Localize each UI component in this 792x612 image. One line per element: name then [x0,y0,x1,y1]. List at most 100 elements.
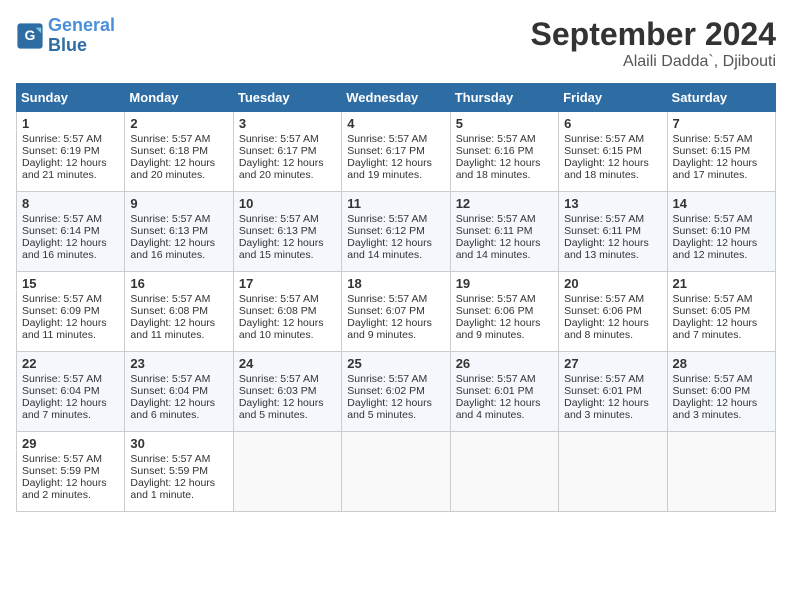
sunrise-label: Sunrise: 5:57 AM [673,213,753,225]
svg-text:G: G [25,27,36,43]
calendar-cell: 18 Sunrise: 5:57 AM Sunset: 6:07 PM Dayl… [342,272,450,352]
sunset-label: Sunset: 6:19 PM [22,145,100,157]
daylight-label: Daylight: 12 hours and 7 minutes. [673,317,758,341]
sunset-label: Sunset: 6:01 PM [456,385,534,397]
column-header-thursday: Thursday [450,84,558,112]
day-number: 17 [239,276,336,291]
daylight-label: Daylight: 12 hours and 7 minutes. [22,397,107,421]
sunrise-label: Sunrise: 5:57 AM [22,293,102,305]
sunset-label: Sunset: 6:02 PM [347,385,425,397]
sunrise-label: Sunrise: 5:57 AM [347,133,427,145]
day-number: 26 [456,356,553,371]
column-header-saturday: Saturday [667,84,775,112]
sunrise-label: Sunrise: 5:57 AM [347,213,427,225]
daylight-label: Daylight: 12 hours and 5 minutes. [347,397,432,421]
calendar-cell: 7 Sunrise: 5:57 AM Sunset: 6:15 PM Dayli… [667,112,775,192]
calendar-cell: 10 Sunrise: 5:57 AM Sunset: 6:13 PM Dayl… [233,192,341,272]
sunset-label: Sunset: 6:17 PM [239,145,317,157]
sunset-label: Sunset: 6:15 PM [564,145,642,157]
calendar-cell: 21 Sunrise: 5:57 AM Sunset: 6:05 PM Dayl… [667,272,775,352]
sunrise-label: Sunrise: 5:57 AM [239,213,319,225]
sunset-label: Sunset: 6:03 PM [239,385,317,397]
sunset-label: Sunset: 6:04 PM [22,385,100,397]
day-number: 13 [564,196,661,211]
sunset-label: Sunset: 6:04 PM [130,385,208,397]
sunset-label: Sunset: 6:08 PM [239,305,317,317]
sunset-label: Sunset: 6:01 PM [564,385,642,397]
daylight-label: Daylight: 12 hours and 1 minute. [130,477,215,501]
calendar-cell: 3 Sunrise: 5:57 AM Sunset: 6:17 PM Dayli… [233,112,341,192]
calendar-cell: 4 Sunrise: 5:57 AM Sunset: 6:17 PM Dayli… [342,112,450,192]
calendar-cell [233,432,341,512]
sunrise-label: Sunrise: 5:57 AM [239,373,319,385]
day-number: 9 [130,196,227,211]
sunrise-label: Sunrise: 5:57 AM [564,373,644,385]
calendar-week-row: 8 Sunrise: 5:57 AM Sunset: 6:14 PM Dayli… [17,192,776,272]
day-number: 3 [239,116,336,131]
sunset-label: Sunset: 6:06 PM [456,305,534,317]
day-number: 15 [22,276,119,291]
day-number: 27 [564,356,661,371]
sunrise-label: Sunrise: 5:57 AM [130,453,210,465]
sunset-label: Sunset: 6:06 PM [564,305,642,317]
calendar-cell [559,432,667,512]
sunset-label: Sunset: 6:05 PM [673,305,751,317]
calendar-week-row: 15 Sunrise: 5:57 AM Sunset: 6:09 PM Dayl… [17,272,776,352]
calendar-cell: 28 Sunrise: 5:57 AM Sunset: 6:00 PM Dayl… [667,352,775,432]
calendar-subtitle: Alaili Dadda`, Djibouti [531,53,776,71]
sunrise-label: Sunrise: 5:57 AM [564,293,644,305]
sunrise-label: Sunrise: 5:57 AM [22,453,102,465]
daylight-label: Daylight: 12 hours and 18 minutes. [456,157,541,181]
daylight-label: Daylight: 12 hours and 20 minutes. [239,157,324,181]
calendar-cell: 19 Sunrise: 5:57 AM Sunset: 6:06 PM Dayl… [450,272,558,352]
daylight-label: Daylight: 12 hours and 2 minutes. [22,477,107,501]
daylight-label: Daylight: 12 hours and 21 minutes. [22,157,107,181]
calendar-cell: 16 Sunrise: 5:57 AM Sunset: 6:08 PM Dayl… [125,272,233,352]
calendar-cell: 6 Sunrise: 5:57 AM Sunset: 6:15 PM Dayli… [559,112,667,192]
sunrise-label: Sunrise: 5:57 AM [347,293,427,305]
sunrise-label: Sunrise: 5:57 AM [130,373,210,385]
calendar-cell: 20 Sunrise: 5:57 AM Sunset: 6:06 PM Dayl… [559,272,667,352]
sunrise-label: Sunrise: 5:57 AM [456,133,536,145]
logo-text: General Blue [48,16,115,56]
day-number: 10 [239,196,336,211]
column-header-sunday: Sunday [17,84,125,112]
day-number: 2 [130,116,227,131]
daylight-label: Daylight: 12 hours and 3 minutes. [673,397,758,421]
sunset-label: Sunset: 6:16 PM [456,145,534,157]
sunrise-label: Sunrise: 5:57 AM [22,133,102,145]
daylight-label: Daylight: 12 hours and 12 minutes. [673,237,758,261]
daylight-label: Daylight: 12 hours and 13 minutes. [564,237,649,261]
day-number: 21 [673,276,770,291]
daylight-label: Daylight: 12 hours and 8 minutes. [564,317,649,341]
sunset-label: Sunset: 6:10 PM [673,225,751,237]
sunset-label: Sunset: 6:18 PM [130,145,208,157]
column-header-wednesday: Wednesday [342,84,450,112]
sunrise-label: Sunrise: 5:57 AM [456,213,536,225]
daylight-label: Daylight: 12 hours and 17 minutes. [673,157,758,181]
calendar-cell [450,432,558,512]
column-header-tuesday: Tuesday [233,84,341,112]
daylight-label: Daylight: 12 hours and 16 minutes. [130,237,215,261]
calendar-cell: 17 Sunrise: 5:57 AM Sunset: 6:08 PM Dayl… [233,272,341,352]
sunset-label: Sunset: 6:15 PM [673,145,751,157]
sunrise-label: Sunrise: 5:57 AM [564,213,644,225]
logo: G General Blue [16,16,115,56]
day-number: 6 [564,116,661,131]
calendar-cell: 22 Sunrise: 5:57 AM Sunset: 6:04 PM Dayl… [17,352,125,432]
sunset-label: Sunset: 6:09 PM [22,305,100,317]
daylight-label: Daylight: 12 hours and 20 minutes. [130,157,215,181]
calendar-week-row: 22 Sunrise: 5:57 AM Sunset: 6:04 PM Dayl… [17,352,776,432]
day-number: 14 [673,196,770,211]
calendar-cell: 8 Sunrise: 5:57 AM Sunset: 6:14 PM Dayli… [17,192,125,272]
sunrise-label: Sunrise: 5:57 AM [239,133,319,145]
calendar-week-row: 29 Sunrise: 5:57 AM Sunset: 5:59 PM Dayl… [17,432,776,512]
daylight-label: Daylight: 12 hours and 10 minutes. [239,317,324,341]
calendar-cell: 23 Sunrise: 5:57 AM Sunset: 6:04 PM Dayl… [125,352,233,432]
day-number: 18 [347,276,444,291]
logo-icon: G [16,22,44,50]
day-number: 28 [673,356,770,371]
calendar-header-row: SundayMondayTuesdayWednesdayThursdayFrid… [17,84,776,112]
sunset-label: Sunset: 6:14 PM [22,225,100,237]
daylight-label: Daylight: 12 hours and 11 minutes. [22,317,107,341]
